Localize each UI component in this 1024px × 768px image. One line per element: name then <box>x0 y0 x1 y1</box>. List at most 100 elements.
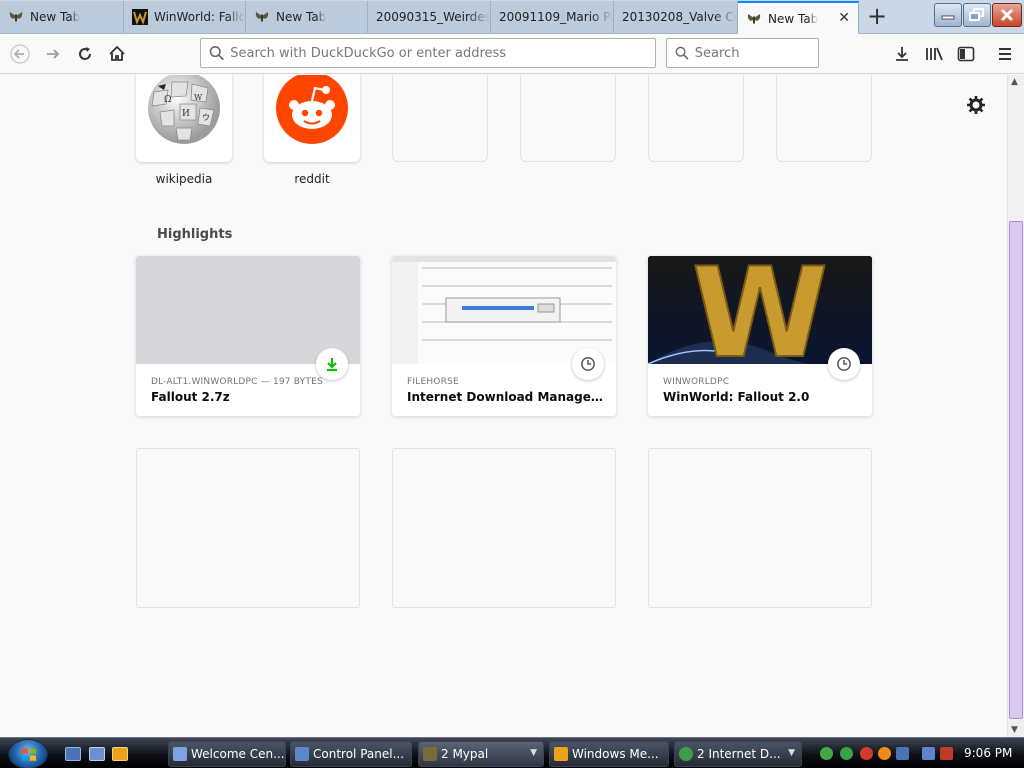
card-title: Fallout 2.7z <box>151 390 230 404</box>
media-player-icon[interactable] <box>112 747 128 761</box>
winworld-logo-letter: W <box>692 256 829 364</box>
moth-icon <box>254 9 270 25</box>
downloads-button[interactable] <box>888 40 916 68</box>
moth-icon <box>423 747 437 761</box>
taskbar-mypal[interactable]: 2 Mypal ▼ <box>418 741 544 767</box>
top-site-empty <box>648 75 744 162</box>
monitor-icon[interactable] <box>922 747 935 760</box>
tab-winworld[interactable]: WinWorld: Fallout 2.0 <box>124 1 246 33</box>
top-site-empty <box>520 75 616 162</box>
svg-text:ウ: ウ <box>202 113 210 122</box>
top-site-empty <box>776 75 872 162</box>
tab-label: New Tab <box>276 10 327 24</box>
highlight-placeholder <box>136 448 360 608</box>
top-site-wikipedia[interactable]: Ω W И ウ <box>136 75 232 162</box>
globe-icon <box>679 747 693 761</box>
taskbar-internet-download[interactable]: 2 Internet D... ▼ <box>674 741 802 767</box>
scroll-up-icon[interactable]: ▲ <box>1011 77 1018 87</box>
security-alert-icon[interactable] <box>860 747 873 760</box>
plus-icon: + <box>866 2 888 30</box>
svg-text:И: И <box>182 109 190 119</box>
top-site-empty <box>392 75 488 162</box>
idm-tray-icon[interactable] <box>840 747 853 760</box>
library-icon <box>926 47 943 61</box>
menu-button[interactable] <box>991 40 1019 68</box>
hamburger-menu-icon <box>999 48 1011 60</box>
search-input[interactable] <box>694 45 818 61</box>
clock[interactable]: 9:06 PM <box>964 746 1012 760</box>
card-source: DL-ALT1.WINWORLDPC — 197 BYTES <box>151 377 323 387</box>
svg-text:W: W <box>194 93 203 102</box>
forward-button[interactable] <box>39 40 67 68</box>
vertical-scrollbar[interactable]: ▲ ▼ <box>1007 75 1024 737</box>
card-source: WINWORLDPC <box>663 377 730 387</box>
top-site-label[interactable]: wikipedia <box>136 172 232 186</box>
top-site-reddit[interactable] <box>264 75 360 162</box>
url-bar[interactable] <box>200 38 656 68</box>
minimize-button[interactable] <box>934 3 962 27</box>
switch-windows-icon[interactable] <box>89 747 105 761</box>
start-button[interactable] <box>8 739 48 768</box>
highlight-card[interactable]: FILEHORSE Internet Download Manager 6.4.… <box>392 256 616 416</box>
forward-arrow-icon <box>47 49 60 59</box>
tab-new-tab-1[interactable]: New Tab <box>0 1 124 33</box>
system-tray: 9:06 PM <box>812 741 1020 767</box>
new-tab-page: Ω W И ウ wikipedia reddit Highlights DL-A… <box>0 75 1007 737</box>
highlight-placeholder <box>648 448 872 608</box>
tab-new-tab-active[interactable]: New Tab ✕ <box>738 1 859 34</box>
taskbar-label: 2 Internet D... <box>697 747 781 761</box>
library-button[interactable] <box>920 40 948 68</box>
sidebar-button[interactable] <box>952 40 980 68</box>
highlight-placeholder <box>392 448 616 608</box>
taskbar-control-panel[interactable]: Control Panel... <box>290 741 412 767</box>
tab-mario[interactable]: 20091109_Mario Pa <box>491 1 614 33</box>
taskbar-welcome-center[interactable]: Welcome Cen... <box>168 741 286 767</box>
close-tab-icon[interactable]: ✕ <box>838 10 850 26</box>
highlight-card[interactable]: W WINWORLDPC WinWorld: Fallout 2.0 <box>648 256 872 416</box>
taskbar-label: Welcome Cen... <box>191 747 285 761</box>
download-icon <box>316 348 348 380</box>
dropdown-arrow-icon: ▼ <box>788 748 795 758</box>
minimize-icon <box>941 15 955 20</box>
back-button[interactable] <box>6 40 34 68</box>
close-icon <box>1000 8 1014 22</box>
customize-gear-icon[interactable] <box>966 95 986 115</box>
windows-logo-icon <box>22 748 36 761</box>
restore-icon <box>969 8 984 21</box>
tab-valve[interactable]: 20130208_Valve Co <box>614 1 738 33</box>
volume-muted-icon[interactable] <box>940 747 953 760</box>
download-icon <box>896 47 908 61</box>
top-site-label[interactable]: reddit <box>264 172 360 186</box>
clock-icon <box>572 348 604 380</box>
reload-button[interactable] <box>71 40 99 68</box>
search-bar[interactable] <box>666 38 819 68</box>
scroll-down-icon[interactable]: ▼ <box>1011 725 1018 735</box>
tab-new-tab-2[interactable]: New Tab <box>246 1 368 33</box>
tab-label: WinWorld: Fallout 2.0 <box>154 10 245 24</box>
show-desktop-icon[interactable] <box>65 747 81 761</box>
scrollbar-thumb[interactable] <box>1009 221 1023 719</box>
nav-bar <box>0 34 1024 74</box>
moth-icon <box>8 9 24 25</box>
tab-label: New Tab <box>30 10 81 24</box>
back-arrow-icon <box>10 44 30 64</box>
display-icon[interactable] <box>896 747 909 760</box>
network-icon[interactable] <box>820 747 833 760</box>
home-button[interactable] <box>103 40 131 68</box>
new-tab-button[interactable]: + <box>860 1 894 33</box>
restore-button[interactable] <box>963 3 991 27</box>
taskbar-windows-media[interactable]: Windows Me... <box>549 741 669 767</box>
welcome-center-icon <box>173 747 187 761</box>
dropdown-arrow-icon: ▼ <box>530 748 537 758</box>
tab-label: 20090315_Weirdest <box>376 10 490 24</box>
tab-weirdest[interactable]: 20090315_Weirdest <box>368 1 491 33</box>
update-icon[interactable] <box>878 747 891 760</box>
highlight-card[interactable]: DL-ALT1.WINWORLDPC — 197 BYTES Fallout 2… <box>136 256 360 416</box>
control-panel-icon <box>295 747 309 761</box>
reddit-alien-icon <box>276 75 348 144</box>
card-title: Internet Download Manager 6.4... <box>407 390 607 404</box>
tab-label: New Tab <box>768 11 819 26</box>
close-window-button[interactable] <box>992 3 1022 27</box>
url-input[interactable] <box>230 45 655 61</box>
taskbar-label: Control Panel... <box>313 747 405 761</box>
